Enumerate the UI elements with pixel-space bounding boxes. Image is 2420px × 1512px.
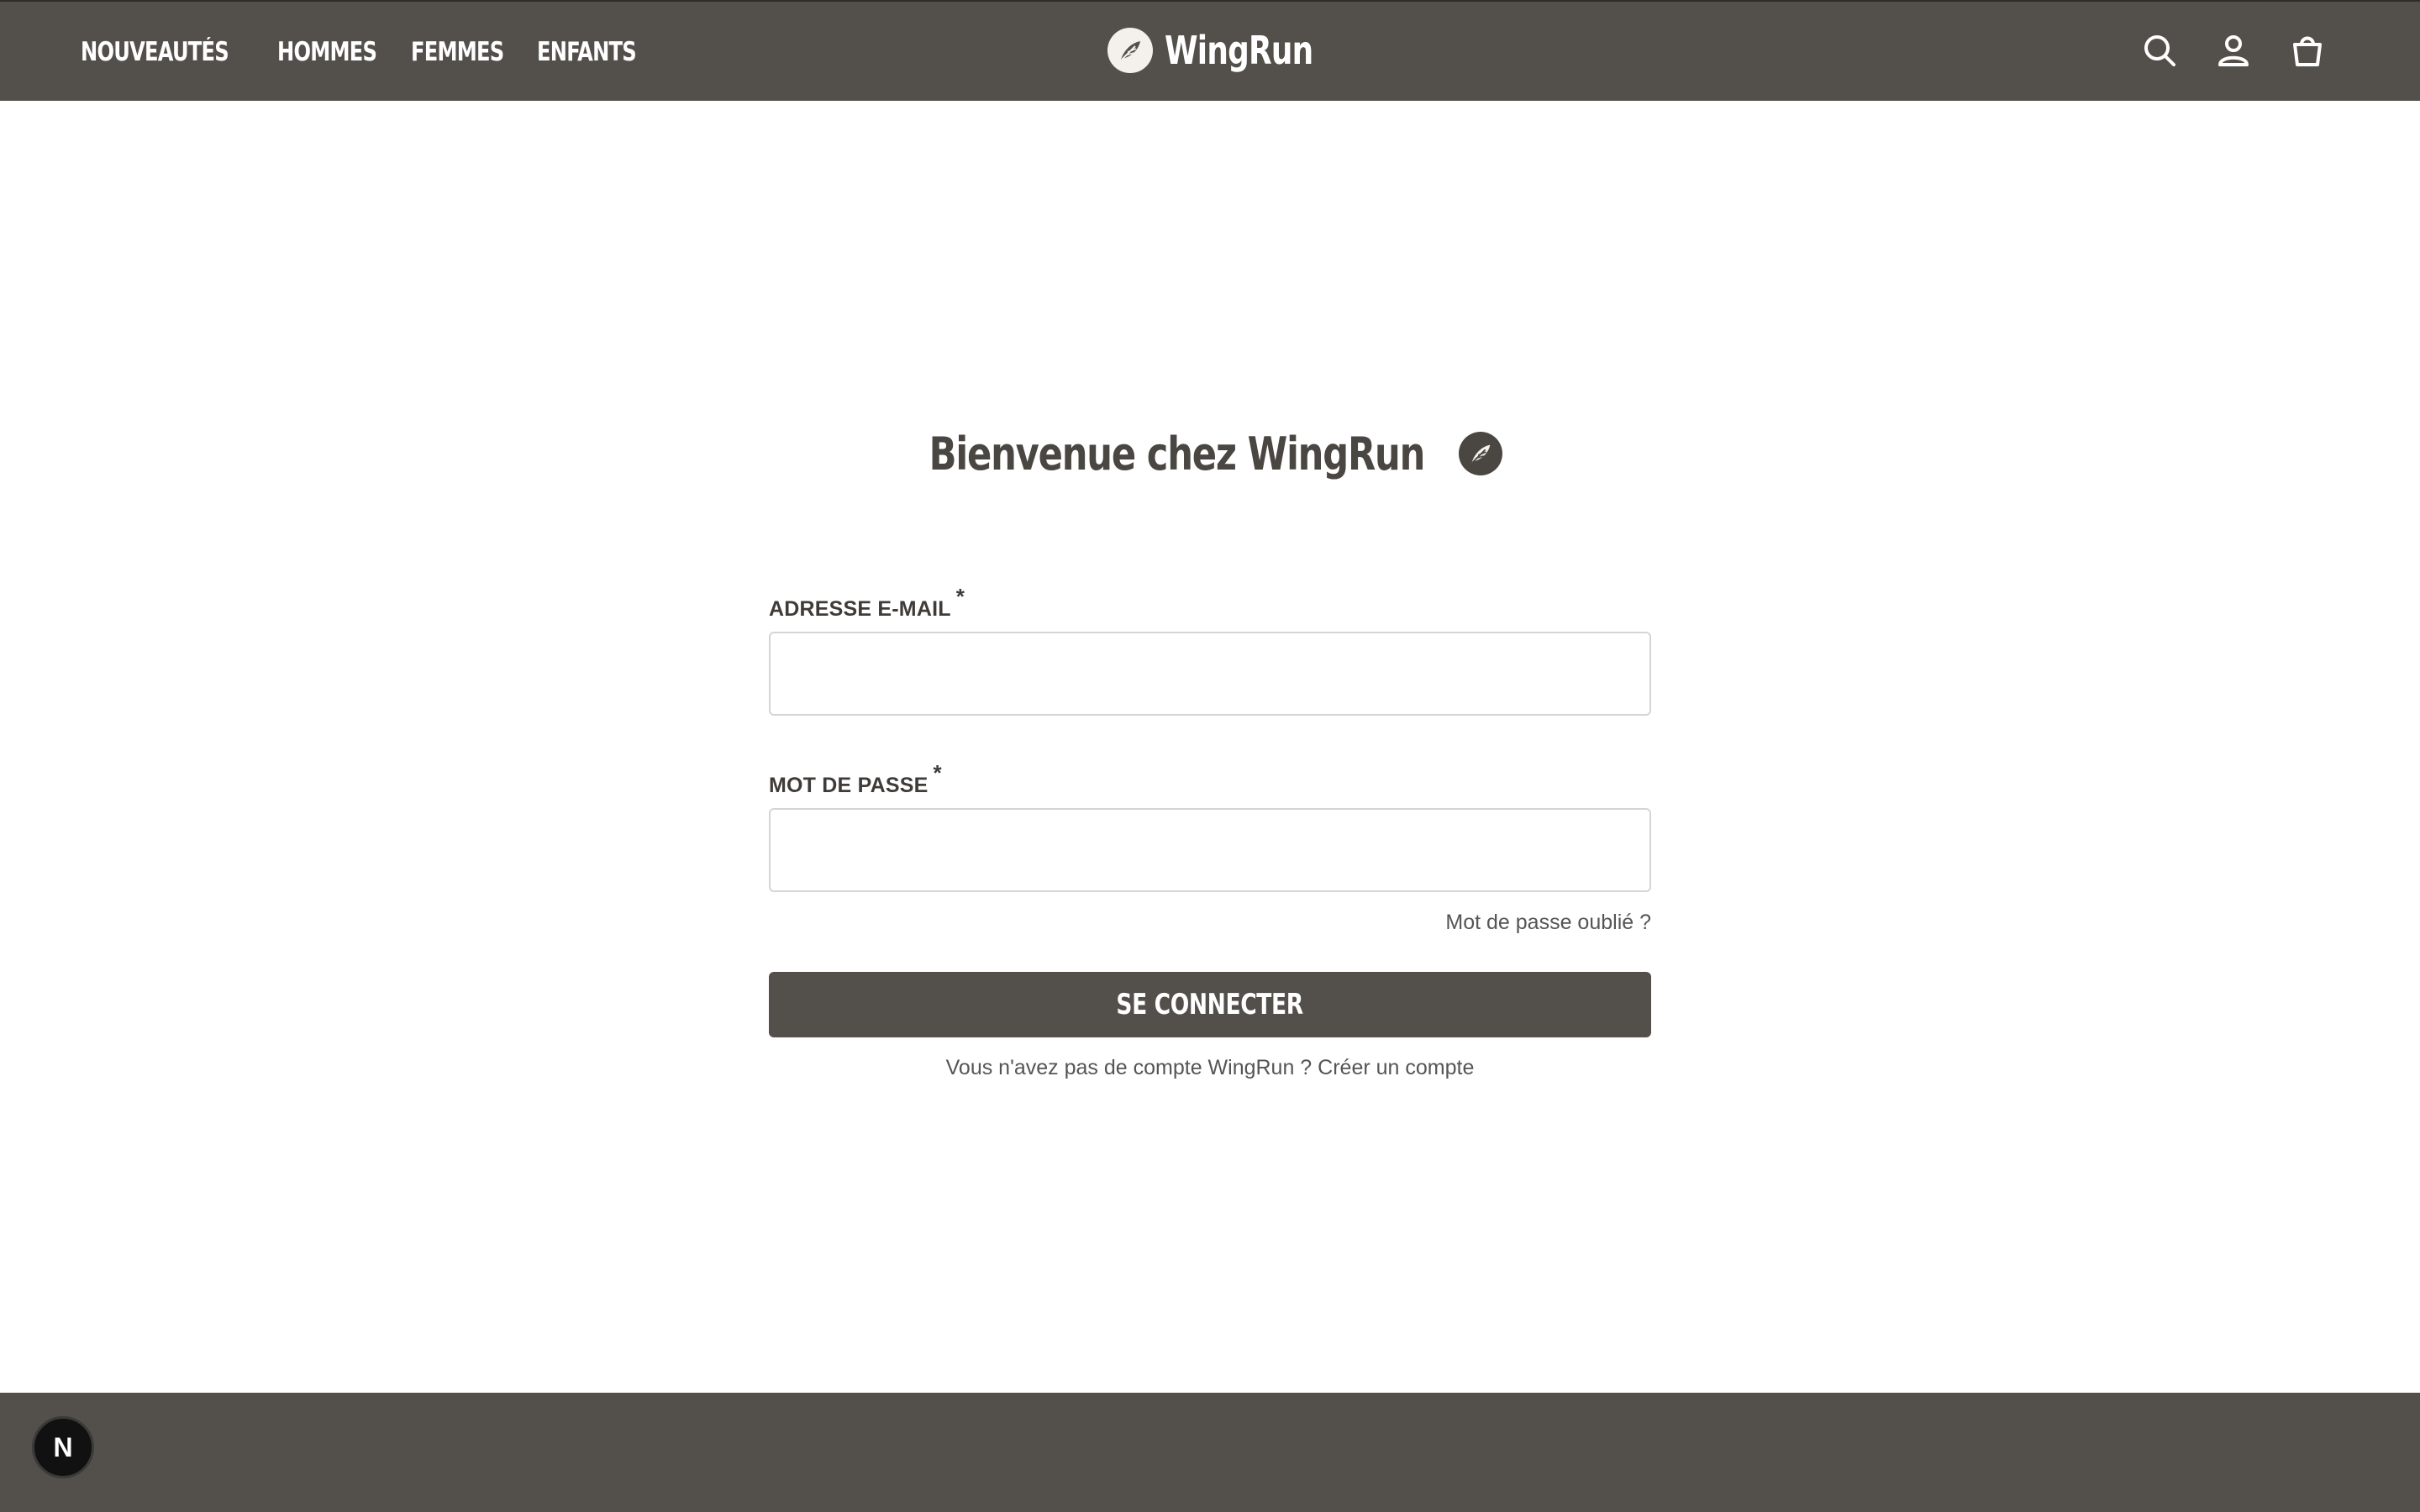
main-content: Bienvenue chez WingRun ADRESSE E-MAIL * … bbox=[0, 101, 2420, 1393]
email-field-group: ADRESSE E-MAIL * bbox=[769, 584, 1651, 716]
user-icon[interactable] bbox=[2213, 30, 2254, 71]
login-form: ADRESSE E-MAIL * MOT DE PASSE * Mot de p… bbox=[769, 584, 1651, 1080]
email-field[interactable] bbox=[769, 632, 1651, 716]
nav-item-femmes[interactable]: FEMMES bbox=[411, 37, 504, 67]
password-field[interactable] bbox=[769, 808, 1651, 892]
brand-name: WingRun bbox=[1165, 28, 1313, 73]
password-field-group: MOT DE PASSE * bbox=[769, 760, 1651, 892]
site-footer bbox=[0, 1393, 2420, 1512]
welcome-heading: Bienvenue chez WingRun bbox=[0, 420, 2420, 487]
signup-prompt: Vous n'avez pas de compte WingRun ? Crée… bbox=[769, 1056, 1651, 1080]
shopping-bag-icon[interactable] bbox=[2287, 30, 2328, 71]
password-label: MOT DE PASSE * bbox=[769, 760, 1651, 798]
search-icon[interactable] bbox=[2139, 30, 2180, 71]
nav-item-hommes[interactable]: HOMMES bbox=[277, 37, 377, 67]
main-nav: NOUVEAUTÉS HOMMES FEMMES ENFANTS bbox=[81, 2, 636, 102]
login-button-label: SE CONNECTER bbox=[1116, 988, 1304, 1021]
nav-item-nouveautes[interactable]: NOUVEAUTÉS bbox=[81, 37, 229, 67]
site-header: NOUVEAUTÉS HOMMES FEMMES ENFANTS WingRun bbox=[0, 0, 2420, 101]
feather-logo-icon bbox=[1107, 28, 1153, 73]
nav-item-enfants[interactable]: ENFANTS bbox=[537, 37, 637, 67]
create-account-link[interactable]: Créer un compte bbox=[1318, 1056, 1474, 1079]
no-account-text: Vous n'avez pas de compte WingRun ? bbox=[945, 1056, 1313, 1079]
brand-logo[interactable]: WingRun bbox=[1107, 24, 1355, 77]
login-button[interactable]: SE CONNECTER bbox=[769, 972, 1651, 1037]
page-title: Bienvenue chez WingRun bbox=[929, 427, 1425, 480]
forgot-password-link[interactable]: Mot de passe oublié ? bbox=[769, 911, 1651, 935]
email-label-text: ADRESSE E-MAIL bbox=[769, 597, 951, 621]
header-actions bbox=[2139, 27, 2328, 74]
dev-badge-letter: N bbox=[53, 1431, 73, 1462]
email-label: ADRESSE E-MAIL * bbox=[769, 584, 1651, 622]
password-label-text: MOT DE PASSE bbox=[769, 774, 929, 797]
required-mark: * bbox=[933, 760, 942, 785]
feather-badge-icon bbox=[1459, 432, 1503, 475]
required-mark: * bbox=[955, 584, 965, 609]
dev-tools-badge[interactable]: N bbox=[32, 1416, 94, 1478]
